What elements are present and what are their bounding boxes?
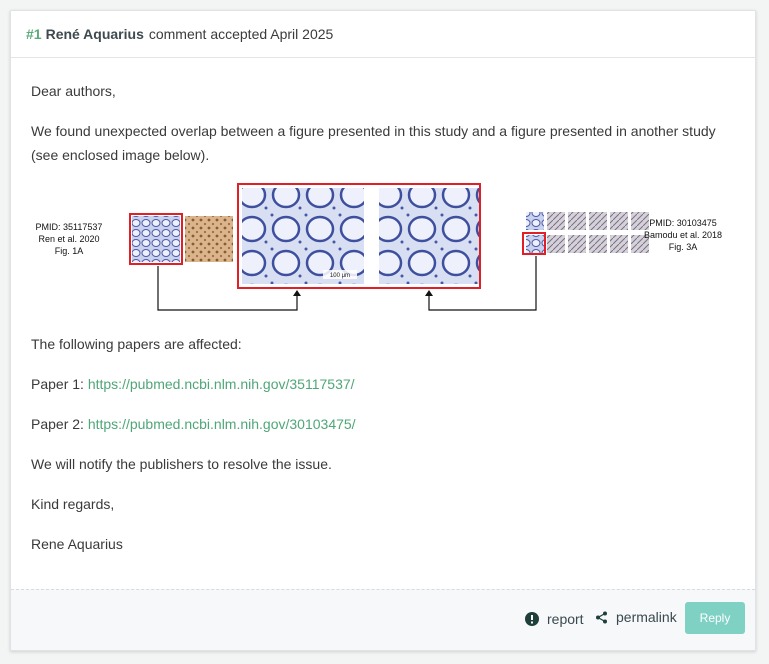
intro-text: We found unexpected overlap between a fi… bbox=[31, 123, 716, 163]
center-image-left bbox=[242, 188, 364, 284]
paper1-line: Paper 1: https://pubmed.ncbi.nlm.nih.gov… bbox=[31, 372, 355, 396]
closing-text: Kind regards, bbox=[31, 496, 115, 512]
greeting-text: Dear authors, bbox=[31, 83, 116, 99]
paper2-label: Paper 2: bbox=[31, 416, 84, 432]
alert-icon bbox=[525, 612, 539, 626]
report-label: report bbox=[547, 611, 584, 627]
signature-text: Rene Aquarius bbox=[31, 536, 123, 552]
left-author-label: Ren et al. 2020 bbox=[38, 234, 99, 244]
report-button[interactable]: report bbox=[525, 611, 584, 627]
comment-footer: report permalink Reply bbox=[11, 589, 755, 650]
left-stained-thumbnail bbox=[185, 216, 233, 262]
comment-header: #1 René Aquarius comment accepted April … bbox=[11, 11, 755, 58]
left-pmid-label: PMID: 35117537 bbox=[36, 222, 103, 232]
paper2-line: Paper 2: https://pubmed.ncbi.nlm.nih.gov… bbox=[31, 412, 356, 436]
right-fig-label: Fig. 3A bbox=[669, 242, 698, 252]
paper2-link[interactable]: https://pubmed.ncbi.nlm.nih.gov/30103475… bbox=[88, 416, 356, 432]
comparison-figure: PMID: 35117537 Ren et al. 2020 Fig. 1A 1… bbox=[31, 178, 741, 318]
right-author-label: Bamodu et al. 2018 bbox=[644, 230, 722, 240]
figure-graphic: PMID: 35117537 Ren et al. 2020 Fig. 1A 1… bbox=[36, 183, 722, 311]
share-icon bbox=[595, 611, 608, 624]
left-source-thumbnail bbox=[132, 216, 180, 262]
paper1-label: Paper 1: bbox=[31, 376, 84, 392]
notify-text: We will notify the publishers to resolve… bbox=[31, 456, 332, 472]
permalink-button[interactable]: permalink bbox=[595, 609, 677, 625]
center-image-right bbox=[379, 188, 479, 284]
scale-bar-label: 100 μm bbox=[330, 273, 350, 279]
paper1-link[interactable]: https://pubmed.ncbi.nlm.nih.gov/35117537… bbox=[88, 376, 355, 392]
affected-text: The following papers are affected: bbox=[31, 336, 242, 352]
permalink-label: permalink bbox=[616, 609, 677, 625]
comment-card: #1 René Aquarius comment accepted April … bbox=[10, 10, 756, 651]
comment-status: comment accepted April 2025 bbox=[148, 26, 334, 42]
reply-button[interactable]: Reply bbox=[685, 602, 745, 634]
comment-author[interactable]: René Aquarius bbox=[46, 26, 144, 42]
comment-number[interactable]: #1 bbox=[26, 26, 42, 42]
left-fig-label: Fig. 1A bbox=[55, 246, 84, 256]
right-pmid-label: PMID: 30103475 bbox=[649, 218, 717, 228]
